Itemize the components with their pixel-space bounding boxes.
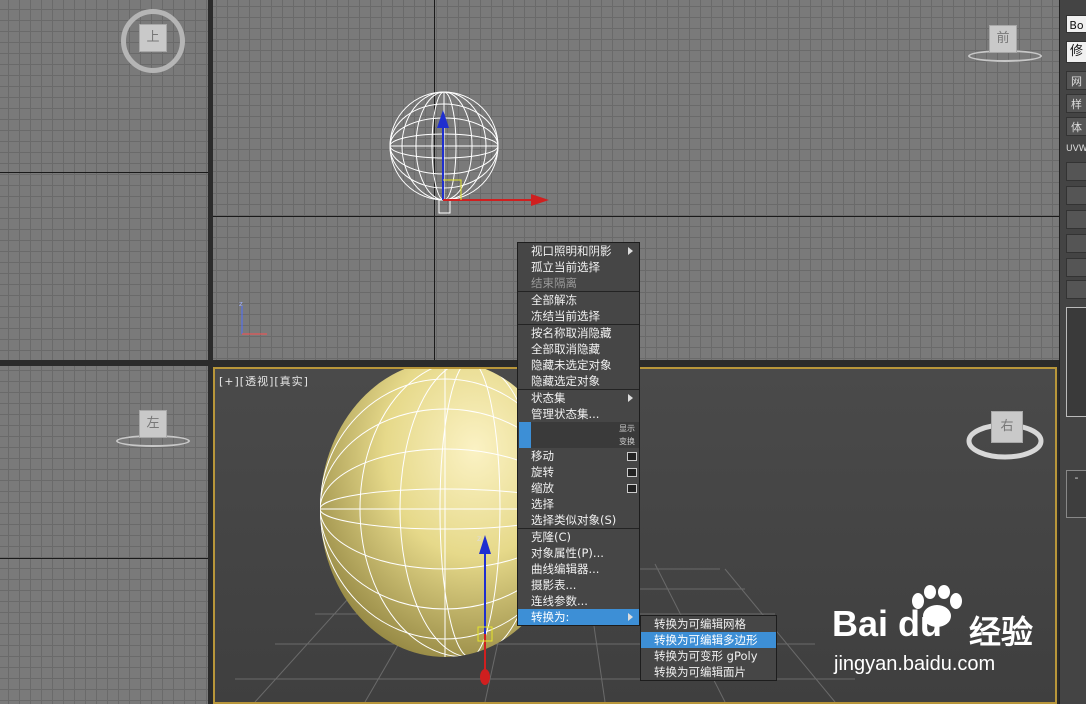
menu-item-label: 选择 bbox=[531, 497, 554, 511]
uvw-label: UVW bbox=[1066, 140, 1086, 159]
panel-slot-5[interactable] bbox=[1066, 258, 1086, 277]
menu-item-label: 状态集 bbox=[531, 391, 566, 405]
menu-item-22[interactable]: 克隆(C) bbox=[518, 529, 639, 545]
convert-option-3[interactable]: 转换为可编辑面片 bbox=[641, 664, 776, 680]
panel-slot-1[interactable] bbox=[1066, 162, 1086, 181]
viewcube-top[interactable]: 上 bbox=[139, 24, 167, 52]
menu-item-7[interactable]: 按名称取消隐藏 bbox=[518, 325, 639, 341]
rollout-collapse[interactable]: - bbox=[1066, 470, 1086, 518]
menu-item-2[interactable]: 结束隔离 bbox=[518, 275, 639, 291]
svg-text:z: z bbox=[477, 534, 481, 543]
modifier-stack[interactable] bbox=[1066, 307, 1086, 417]
convert-to-submenu: 转换为可编辑网格 转换为可编辑多边形 转换为可变形 gPoly 转换为可编辑面片 bbox=[640, 615, 777, 681]
command-panel: Bo 修 网 样 体 UVW - bbox=[1059, 0, 1086, 704]
menu-item-13[interactable]: 管理状态集... bbox=[518, 406, 639, 422]
menu-item-19[interactable]: 选择 bbox=[518, 496, 639, 512]
context-menu: 视口照明和阴影 孤立当前选择 结束隔离全部解冻冻结当前选择 按名称取消隐藏 全部取消隐藏… bbox=[517, 242, 640, 626]
menu-item-label: 视口照明和阴影 bbox=[531, 244, 612, 258]
menu-item-label: 结束隔离 bbox=[531, 276, 577, 290]
menu-item-1[interactable]: 孤立当前选择 bbox=[518, 259, 639, 275]
menu-item-label: 移动 bbox=[531, 449, 554, 463]
menu-item-label: 摄影表... bbox=[531, 578, 577, 592]
watermark-url: jingyan.baidu.com bbox=[834, 653, 996, 675]
menu-item-0[interactable]: 视口照明和阴影 bbox=[518, 243, 639, 259]
grid-axis-y bbox=[0, 558, 208, 559]
viewport-left[interactable]: 左 bbox=[0, 366, 208, 704]
baidu-jingyan-watermark: Bai du 经验 jingyan.baidu.com bbox=[832, 585, 1052, 685]
panel-slot-3[interactable] bbox=[1066, 210, 1086, 229]
convert-option-2[interactable]: 转换为可变形 gPoly bbox=[641, 648, 776, 664]
menu-item-25[interactable]: 摄影表... bbox=[518, 577, 639, 593]
object-name-field[interactable]: Bo bbox=[1066, 15, 1086, 33]
settings-box-icon[interactable] bbox=[627, 484, 637, 493]
settings-box-icon[interactable] bbox=[627, 468, 637, 477]
menu-item-label: 隐藏选定对象 bbox=[531, 374, 600, 388]
settings-box-icon[interactable] bbox=[627, 452, 637, 461]
menu-item-26[interactable]: 连线参数... bbox=[518, 593, 639, 609]
menu-item-23[interactable]: 对象属性(P)... bbox=[518, 545, 639, 561]
menu-item-label: 按名称取消隐藏 bbox=[531, 326, 612, 340]
panel-slot-4[interactable] bbox=[1066, 234, 1086, 253]
viewport-top[interactable]: 上 bbox=[0, 0, 208, 360]
menu-item-9[interactable]: 隐藏未选定对象 bbox=[518, 357, 639, 373]
grid-axis-x bbox=[213, 216, 1059, 217]
menu-item-4[interactable]: 全部解冻 bbox=[518, 292, 639, 308]
viewcube-front[interactable]: 前 bbox=[989, 25, 1017, 53]
convert-option-1[interactable]: 转换为可编辑多边形 bbox=[641, 632, 776, 648]
menu-item-label: 孤立当前选择 bbox=[531, 260, 600, 274]
modifier-list[interactable]: 修 bbox=[1066, 41, 1086, 63]
menu-item-label: 对象属性(P)... bbox=[531, 546, 604, 560]
move-gizmo[interactable] bbox=[433, 100, 563, 215]
menu-item-label: 冻结当前选择 bbox=[531, 309, 600, 323]
menu-item-12[interactable]: 状态集 bbox=[518, 390, 639, 406]
menu-item-label: 转换为: bbox=[531, 610, 570, 624]
watermark-suffix: 经验 bbox=[969, 613, 1034, 651]
menu-item-label: 连线参数... bbox=[531, 594, 588, 608]
panel-button-3[interactable]: 体 bbox=[1066, 117, 1086, 136]
menu-item-27[interactable]: 转换为: bbox=[518, 609, 639, 625]
menu-item-5[interactable]: 冻结当前选择 bbox=[518, 308, 639, 324]
quad-header: 显示 bbox=[518, 422, 639, 435]
grid-axis-x bbox=[0, 172, 208, 173]
viewcube-left[interactable]: 左 bbox=[139, 410, 167, 438]
svg-text:z: z bbox=[239, 300, 243, 308]
menu-item-20[interactable]: 选择类似对象(S) bbox=[518, 512, 639, 528]
menu-item-label: 管理状态集... bbox=[531, 407, 600, 421]
menu-item-label: 全部取消隐藏 bbox=[531, 342, 600, 356]
menu-item-label: 选择类似对象(S) bbox=[531, 513, 617, 527]
panel-slot-6[interactable] bbox=[1066, 280, 1086, 299]
menu-item-label: 克隆(C) bbox=[531, 530, 572, 544]
menu-item-17[interactable]: 旋转 bbox=[518, 464, 639, 480]
panel-button-1[interactable]: 网 bbox=[1066, 71, 1086, 90]
viewcube-right[interactable]: 右 bbox=[991, 411, 1023, 443]
menu-item-label: 旋转 bbox=[531, 465, 554, 479]
axis-tripod: z bbox=[239, 300, 267, 335]
watermark-brand: Bai du bbox=[832, 603, 943, 644]
menu-item-label: 曲线编辑器... bbox=[531, 562, 600, 576]
panel-slot-2[interactable] bbox=[1066, 186, 1086, 205]
menu-item-label: 全部解冻 bbox=[531, 293, 577, 307]
menu-item-16[interactable]: 移动 bbox=[518, 448, 639, 464]
quad-header: 变换 bbox=[518, 435, 639, 448]
panel-button-2[interactable]: 样 bbox=[1066, 94, 1086, 113]
menu-item-label: 缩放 bbox=[531, 481, 554, 495]
menu-item-8[interactable]: 全部取消隐藏 bbox=[518, 341, 639, 357]
menu-item-label: 隐藏未选定对象 bbox=[531, 358, 612, 372]
menu-item-18[interactable]: 缩放 bbox=[518, 480, 639, 496]
menu-item-10[interactable]: 隐藏选定对象 bbox=[518, 373, 639, 389]
convert-option-0[interactable]: 转换为可编辑网格 bbox=[641, 616, 776, 632]
menu-item-24[interactable]: 曲线编辑器... bbox=[518, 561, 639, 577]
